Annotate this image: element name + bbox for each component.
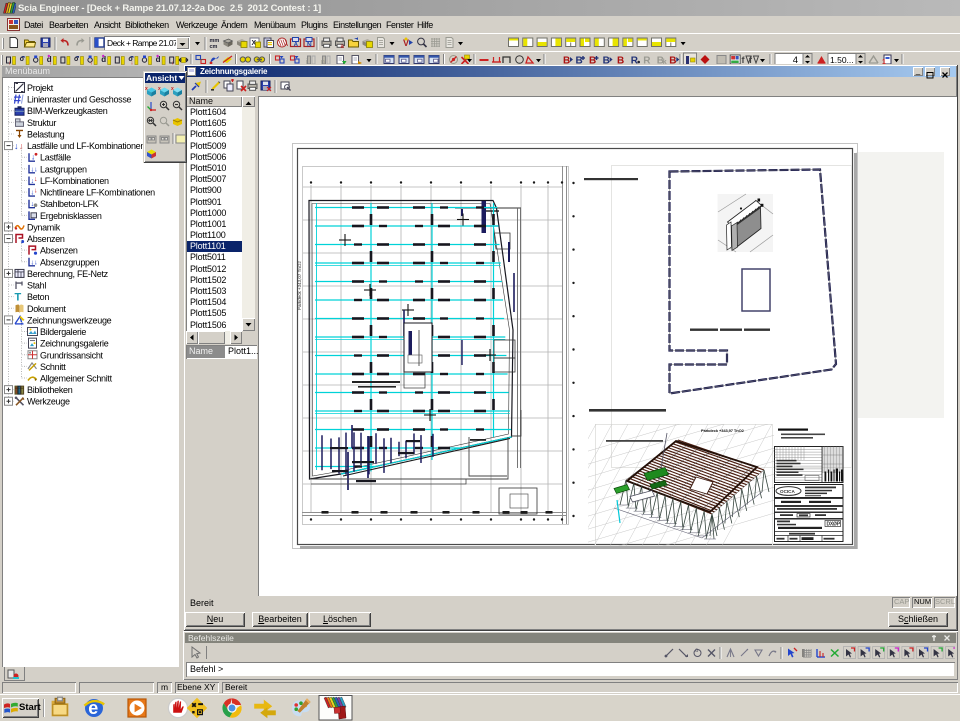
svg-text:BIM-Werkzeugkasten: BIM-Werkzeugkasten	[27, 106, 108, 116]
svg-text:Parkdeck +343,97 TnO2: Parkdeck +343,97 TnO2	[701, 428, 745, 433]
svg-text:Parkdeck +343,07 TnO2: Parkdeck +343,07 TnO2	[297, 261, 302, 310]
svg-text:Zeichnungswerkzeuge: Zeichnungswerkzeuge	[27, 315, 112, 325]
svg-text:cm: cm	[210, 44, 218, 50]
svg-text:Bildergalerie: Bildergalerie	[40, 327, 86, 337]
svg-text:↓: ↓	[14, 141, 19, 151]
svg-text:Absenzen: Absenzen	[27, 234, 65, 244]
svg-text:Linienraster und Geschosse: Linienraster und Geschosse	[27, 95, 132, 105]
svg-text:N: N	[307, 42, 312, 49]
svg-text:LF-Kombinationen: LF-Kombinationen	[40, 176, 109, 186]
svg-text:T: T	[15, 292, 22, 304]
svg-text:Berechnung, FE-Netz: Berechnung, FE-Netz	[27, 269, 109, 279]
svg-text:Ergebnisklassen: Ergebnisklassen	[40, 211, 102, 221]
svg-text:Allgemeiner Schnitt: Allgemeiner Schnitt	[40, 374, 113, 384]
svg-text:Beton: Beton	[27, 292, 49, 302]
svg-text:o: o	[695, 648, 699, 654]
svg-text:Absenzen: Absenzen	[40, 246, 78, 256]
svg-text:Schnitt: Schnitt	[40, 362, 66, 372]
svg-text:Lastfälle: Lastfälle	[40, 153, 71, 163]
svg-text:↓: ↓	[31, 153, 35, 162]
svg-text:Absenzgruppen: Absenzgruppen	[40, 257, 99, 267]
svg-text:Belastung: Belastung	[27, 129, 65, 139]
svg-text:x: x	[145, 86, 148, 92]
svg-text:Struktur: Struktur	[27, 118, 56, 128]
svg-text:Zeichnungsgalerie: Zeichnungsgalerie	[40, 339, 109, 349]
svg-text:A: A	[294, 42, 299, 49]
svg-text:Lastgruppen: Lastgruppen	[40, 164, 87, 174]
svg-text:Nichtlineare LF-Kombinationen: Nichtlineare LF-Kombinationen	[40, 188, 155, 198]
svg-text:Werkzeuge: Werkzeuge	[27, 397, 70, 407]
svg-text:↓↓: ↓↓	[31, 259, 38, 266]
svg-text:Dokument: Dokument	[27, 304, 66, 314]
svg-text:x: x	[158, 86, 161, 92]
svg-text:↓: ↓	[34, 188, 38, 195]
svg-text:↓: ↓	[19, 141, 24, 151]
svg-text:↓↓: ↓↓	[31, 166, 38, 173]
svg-text:DXØP: DXØP	[827, 522, 841, 528]
svg-text:x: x	[171, 86, 174, 92]
svg-text:Lastfälle und LF-Kombinationen: Lastfälle und LF-Kombinationen	[27, 141, 145, 151]
svg-text:Stahl: Stahl	[27, 281, 46, 291]
svg-text:Projekt: Projekt	[27, 83, 54, 93]
svg-text:↓: ↓	[31, 201, 34, 208]
svg-text:Dynamik: Dynamik	[27, 222, 61, 232]
svg-text:Grundrissansicht: Grundrissansicht	[40, 350, 104, 360]
svg-text:↓: ↓	[34, 176, 38, 183]
svg-text:Bibliotheken: Bibliotheken	[27, 385, 73, 395]
svg-text:Stahlbeton-LFK: Stahlbeton-LFK	[40, 199, 99, 209]
svg-text:OCICA: OCICA	[780, 489, 795, 494]
